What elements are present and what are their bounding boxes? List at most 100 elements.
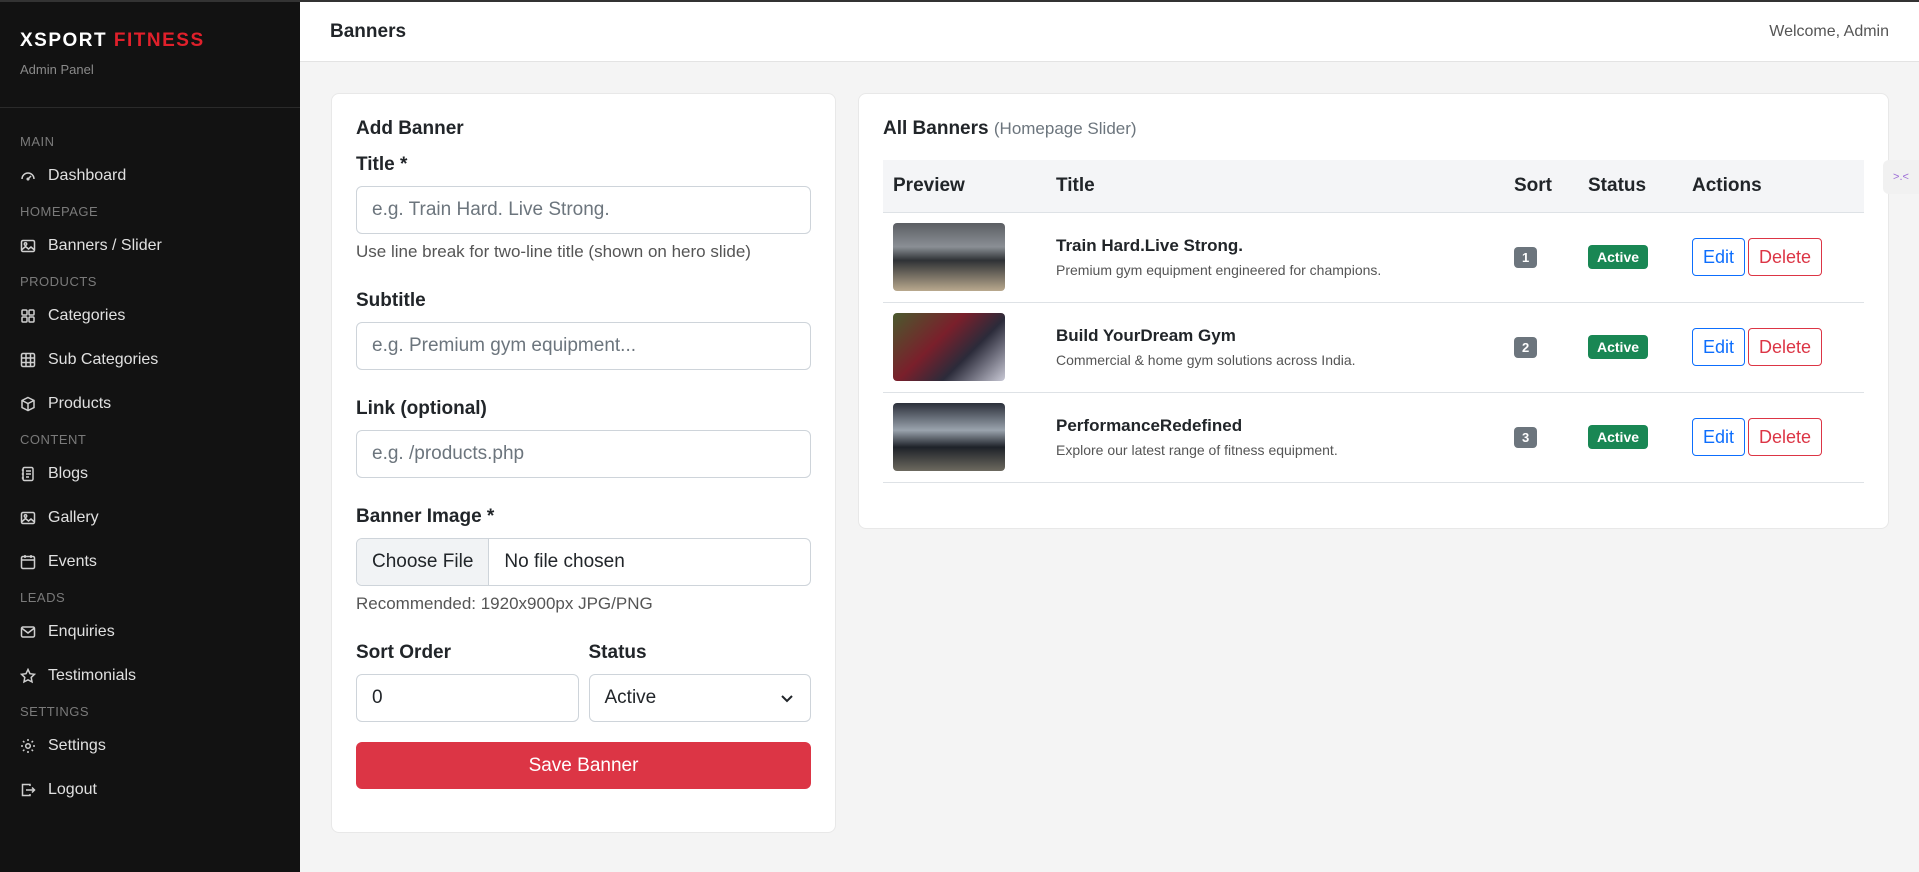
title-cell: PerformanceRedefined Explore our latest r… [1046,392,1504,483]
sidebar-section-homepage: HOMEPAGE [20,204,99,219]
speedometer-icon [20,168,36,184]
banner-title: Train Hard.Live Strong. [1056,236,1244,255]
edit-button[interactable]: Edit [1692,418,1746,456]
chevron-down-icon [781,695,793,703]
brand-name-part2: FITNESS [113,30,205,51]
gear-icon [20,738,36,754]
table-icon [20,352,36,368]
actions-cell: Edit Delete [1682,212,1864,303]
sidebar-section-main: MAIN [20,134,55,149]
sidebar-item-logout[interactable]: Logout [0,768,300,812]
sidebar-item-enquiries[interactable]: Enquiries [0,610,300,654]
banners-table-body: Train Hard.Live Strong. Premium gym equip… [883,212,1864,483]
all-banners-card: All Banners (Homepage Slider) Preview Ti… [858,93,1889,529]
table-row: Train Hard.Live Strong. Premium gym equip… [883,212,1864,303]
table-row: PerformanceRedefined Explore our latest r… [883,392,1864,483]
sidebar-item-label: Sub Categories [48,351,159,368]
image-hint: Recommended: 1920x900px JPG/PNG [356,594,653,613]
sidebar-item-dashboard[interactable]: Dashboard [0,154,300,198]
subtitle-input[interactable]: e.g. Premium gym equipment... [356,322,811,370]
status-badge: Active [1588,335,1649,359]
edit-button[interactable]: Edit [1692,238,1746,276]
images-icon [20,510,36,526]
status-label: Status [588,642,647,663]
journal-icon [20,466,36,482]
sidebar-section-leads: LEADS [20,590,66,605]
side-panel-toggle[interactable]: >.< [1883,160,1919,194]
sidebar-section-products: PRODUCTS [20,274,97,289]
sidebar-item-gallery[interactable]: Gallery [0,496,300,540]
sidebar-item-label: Logout [48,781,97,798]
preview-cell [883,302,1046,393]
actions-cell: Edit Delete [1682,302,1864,393]
all-banners-title-text: All Banners [883,118,989,139]
banner-preview-image [893,313,1005,381]
title-cell: Train Hard.Live Strong. Premium gym equip… [1046,212,1504,303]
sidebar-item-label: Gallery [48,509,99,526]
sidebar-item-label: Banners / Slider [48,237,162,254]
choose-file-button[interactable]: Choose File [357,539,490,585]
status-badge: Active [1588,425,1649,449]
col-actions: Actions [1682,160,1864,213]
banner-preview-image [893,223,1005,291]
delete-button[interactable]: Delete [1748,238,1823,276]
sidebar-item-events[interactable]: Events [0,540,300,584]
logout-icon [20,782,36,798]
sidebar-item-label: Dashboard [48,167,127,184]
banner-image-label: Banner Image * [356,506,495,527]
banner-preview-image [893,403,1005,471]
title-input[interactable]: e.g. Train Hard. Live Strong. [356,186,811,234]
sort-order-label: Sort Order [356,642,452,663]
sidebar-item-banners[interactable]: Banners / Slider [0,224,300,268]
brand-name-part1: XSPORT [20,30,108,51]
sidebar-item-label: Settings [48,737,106,754]
save-banner-button[interactable]: Save Banner [356,742,811,789]
sidebar: XSPORT FITNESS Admin Panel MAIN Dashboard… [0,0,300,872]
banner-title: PerformanceRedefined [1056,416,1243,435]
status-select-value: Active [604,687,657,708]
sort-badge: 3 [1514,426,1538,448]
col-sort: Sort [1504,160,1578,213]
sidebar-item-categories[interactable]: Categories [0,294,300,338]
all-banners-title: All Banners (Homepage Slider) [883,118,1864,140]
sidebar-item-label: Enquiries [48,623,115,640]
welcome-text: Welcome, Admin [1769,22,1889,40]
sort-cell: 2 [1504,302,1578,393]
envelope-icon [20,624,36,640]
delete-button[interactable]: Delete [1748,328,1823,366]
subtitle-label: Subtitle [356,290,426,311]
page-title: Banners [330,20,407,42]
brand: XSPORT FITNESS Admin Panel [0,2,300,108]
banner-image-file-input[interactable]: Choose File No file chosen [356,538,811,586]
status-cell: Active [1578,392,1682,483]
brand-logo[interactable]: XSPORT FITNESS [20,30,280,52]
banner-subtitle: Commercial & home gym solutions across I… [1056,352,1356,368]
sidebar-item-blogs[interactable]: Blogs [0,452,300,496]
sidebar-item-settings[interactable]: Settings [0,724,300,768]
sidebar-item-sub-categories[interactable]: Sub Categories [0,338,300,382]
sidebar-item-testimonials[interactable]: Testimonials [0,654,300,698]
col-preview: Preview [883,160,1046,213]
link-label: Link (optional) [356,398,487,419]
topbar: Banners Welcome, Admin [300,0,1919,62]
sort-badge: 1 [1514,246,1538,268]
link-input[interactable]: e.g. /products.php [356,430,811,478]
delete-button[interactable]: Delete [1748,418,1823,456]
status-select[interactable]: Active [588,674,811,722]
box-icon [20,396,36,412]
sidebar-nav: MAIN Dashboard HOMEPAGE Banners / Slider PRO… [0,108,300,812]
table-header-row: Preview Title Sort Status Actions [883,160,1864,213]
banners-table: Preview Title Sort Status Actions Train … [883,160,1864,483]
sidebar-item-products[interactable]: Products [0,382,300,426]
sort-badge: 2 [1514,336,1538,358]
col-title: Title [1046,160,1504,213]
star-icon [20,668,36,684]
sort-order-input[interactable]: 0 [356,674,579,722]
title-hint: Use line break for two-line title (shown… [356,242,751,261]
banner-subtitle: Premium gym equipment engineered for cha… [1056,262,1382,278]
status-cell: Active [1578,302,1682,393]
edit-button[interactable]: Edit [1692,328,1746,366]
image-icon [20,238,36,254]
title-cell: Build YourDream Gym Commercial & home gym… [1046,302,1504,393]
add-banner-card: Add Banner Title * e.g. Train Hard. Live… [331,93,836,833]
